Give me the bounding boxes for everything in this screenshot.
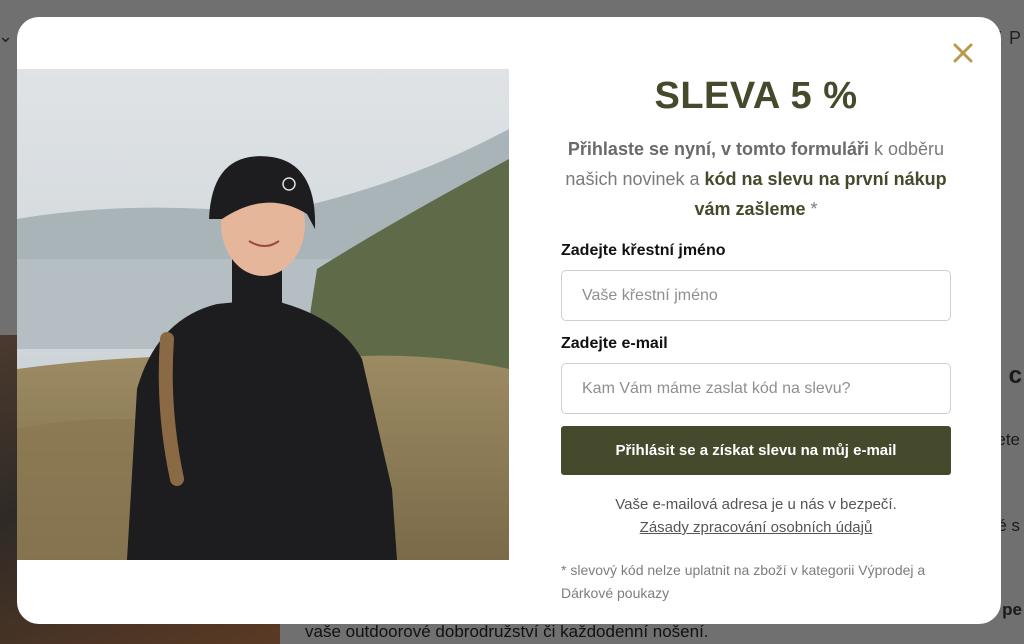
newsletter-modal: SLEVA 5 % Přihlaste se nyní, v tomto for…	[17, 17, 1001, 624]
first-name-input[interactable]	[561, 270, 951, 321]
first-name-label: Zadejte křestní jméno	[561, 242, 726, 259]
modal-subtitle: Přihlaste se nyní, v tomto formuláři k o…	[561, 134, 951, 224]
discount-footnote: * slevový kód nelze uplatnit na zboží v …	[561, 562, 926, 601]
subtitle-asterisk: *	[805, 199, 818, 219]
promo-photo	[17, 69, 509, 560]
subtitle-accent: kód na slevu na první nákup vám zašleme	[694, 169, 947, 219]
privacy-policy-link[interactable]: Zásady zpracování osobních údajů	[640, 519, 873, 536]
modal-title: SLEVA 5 %	[654, 75, 858, 117]
subscribe-button[interactable]: Přihlásit se a získat slevu na můj e-mai…	[561, 426, 951, 475]
chevron-down-icon: ⌄	[0, 26, 14, 46]
background-heading-fragment: c	[1008, 362, 1022, 389]
close-button[interactable]	[949, 39, 977, 67]
background-bottom-text: vaše outdoorové dobrodružství či každode…	[305, 622, 709, 641]
privacy-note: Vaše e-mailová adresa je u nás v bezpečí…	[561, 493, 951, 539]
subtitle-emphasis: Přihlaste se nyní, v tomto formuláři	[567, 139, 869, 159]
close-icon	[953, 43, 973, 63]
email-label: Zadejte e-mail	[561, 335, 668, 352]
privacy-text: Vaše e-mailová adresa je u nás v bezpečí…	[615, 496, 897, 513]
email-input[interactable]	[561, 363, 951, 414]
signup-form: SLEVA 5 % Přihlaste se nyní, v tomto for…	[561, 75, 951, 605]
